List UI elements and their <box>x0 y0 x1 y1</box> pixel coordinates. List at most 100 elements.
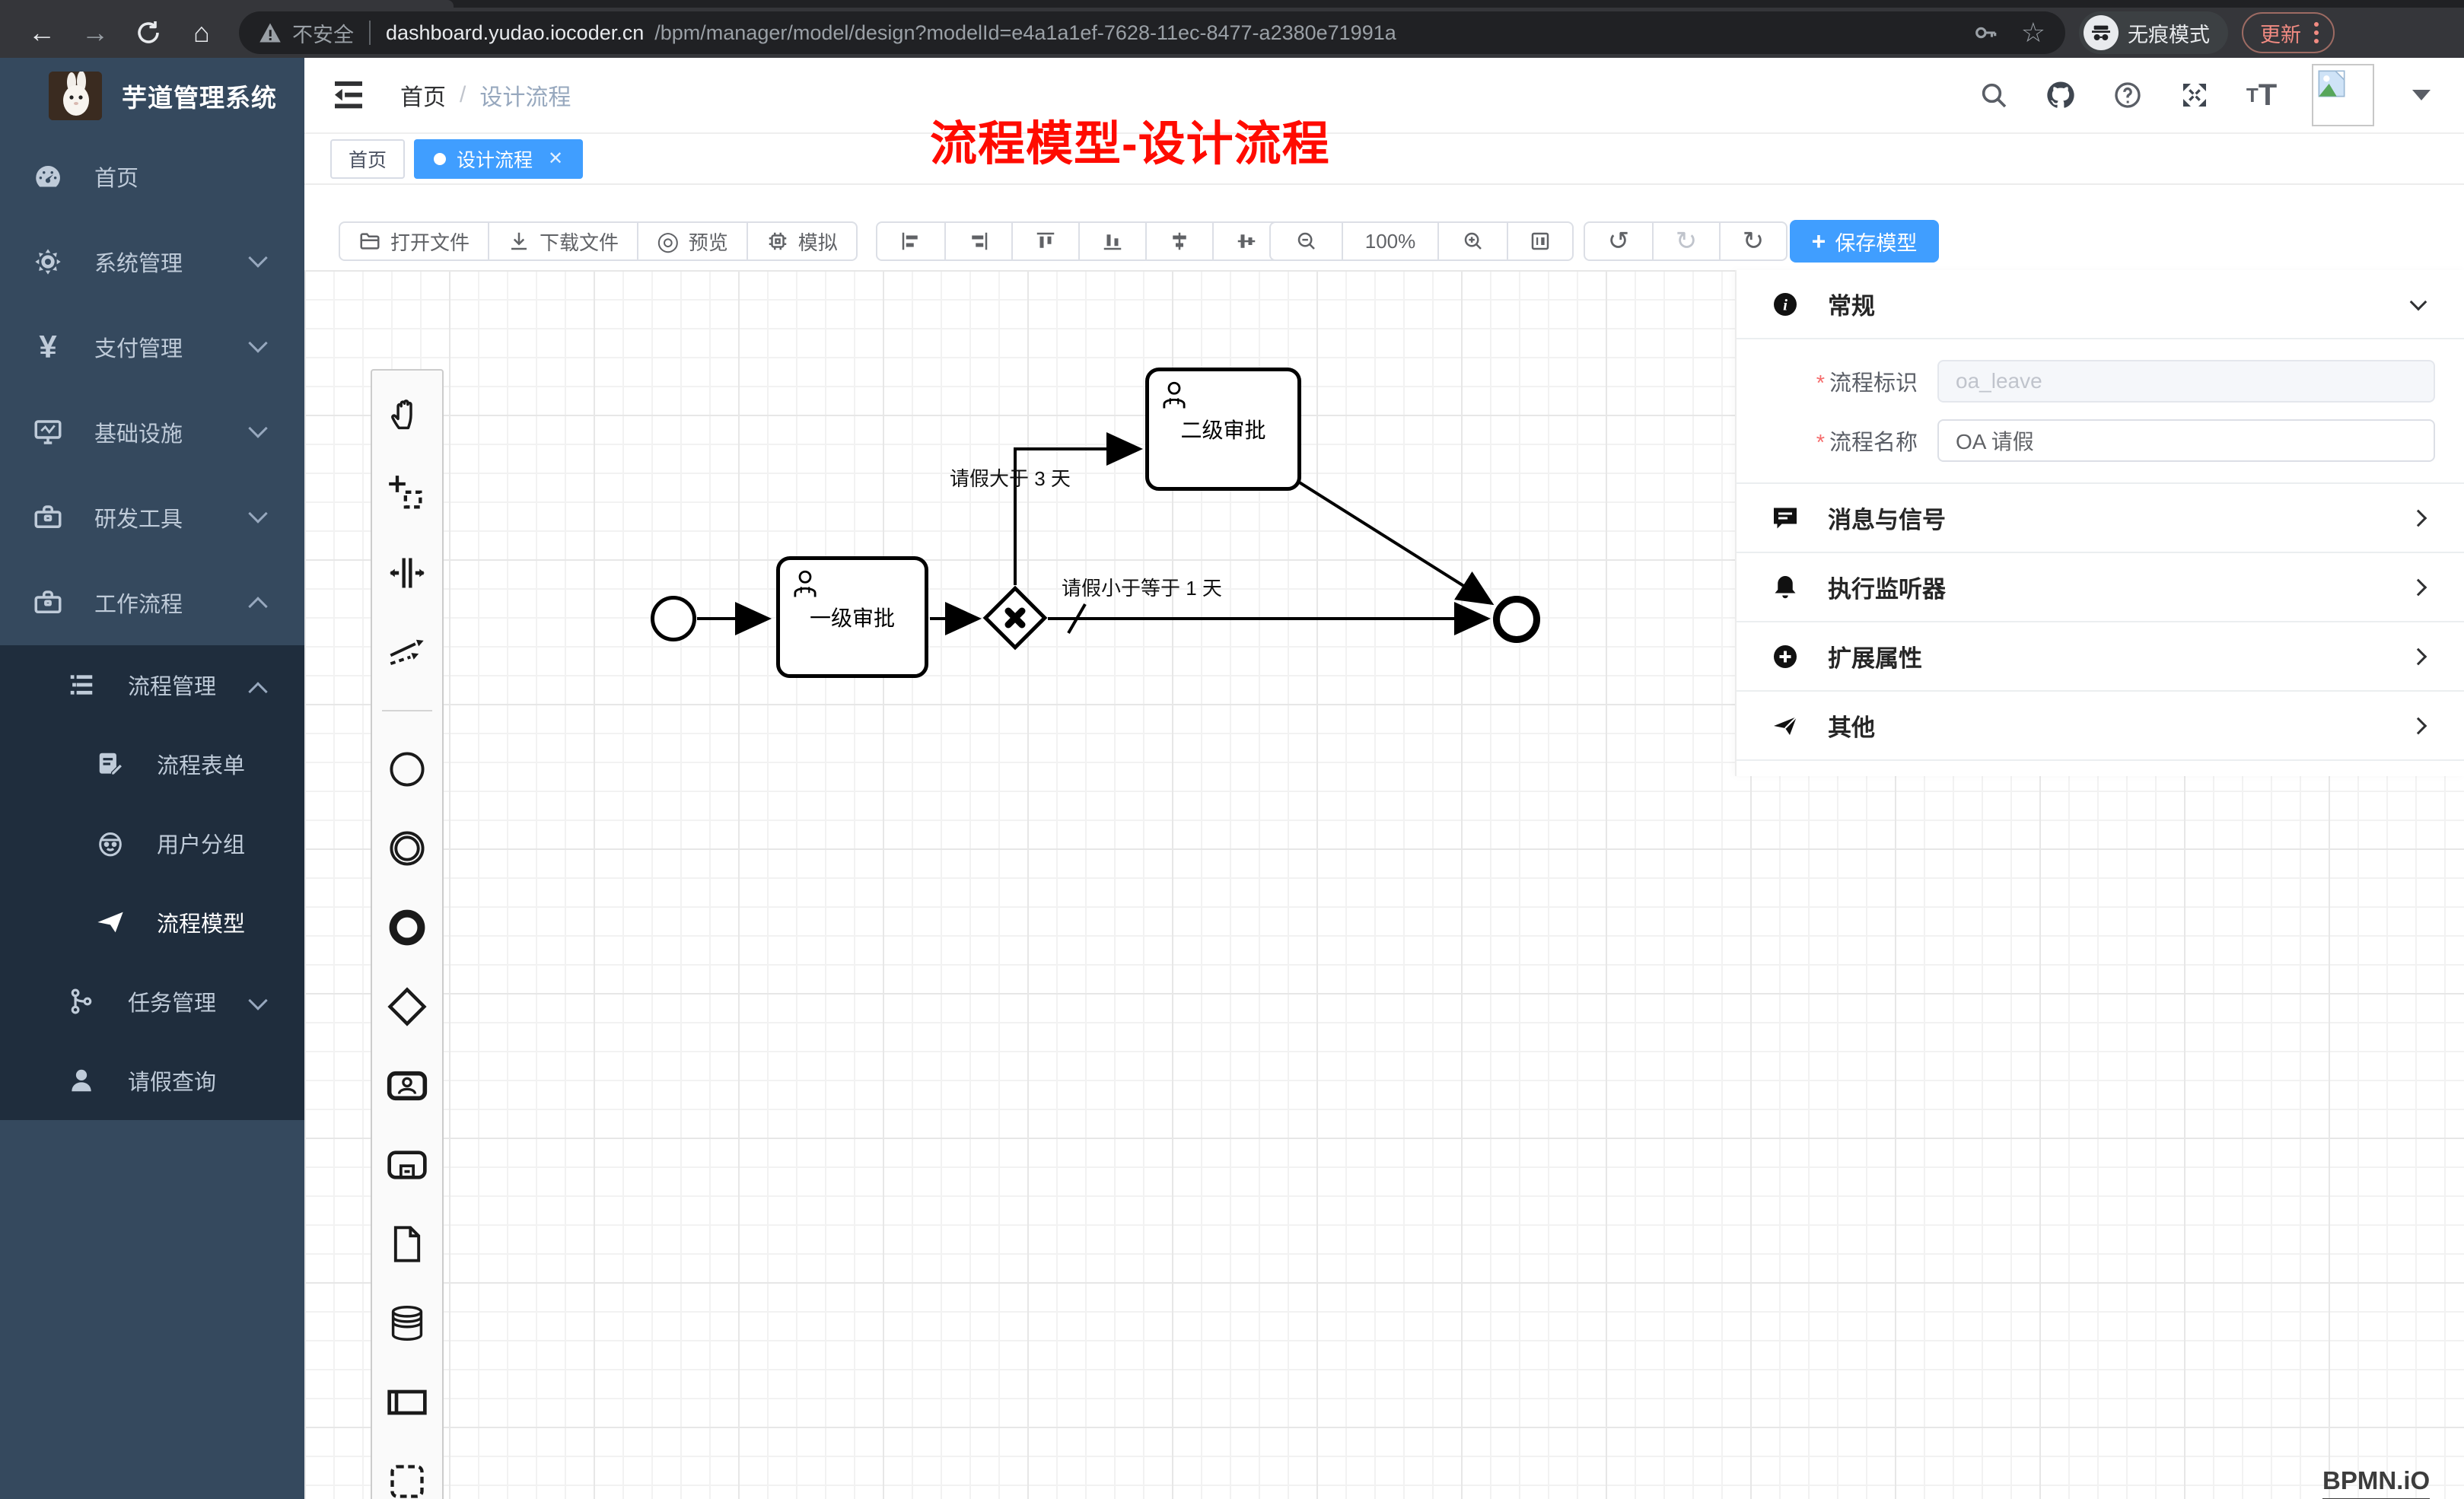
sidebar-item-label: 请假查询 <box>128 1065 216 1096</box>
process-name-input[interactable] <box>1937 419 2435 462</box>
chevron-down-icon <box>248 333 267 352</box>
back-icon[interactable]: ← <box>21 12 62 53</box>
sidebar-item-label: 支付管理 <box>94 331 183 363</box>
section-other[interactable]: 其他 <box>1737 692 2464 761</box>
annotation-title: 流程模型-设计流程 <box>930 105 1330 173</box>
start-event[interactable] <box>651 596 696 641</box>
sidebar: 芋道管理系统 首页 系统管理 ¥ 支付管理 基础设施 研发工具 <box>0 58 304 1499</box>
field-label: *流程名称 <box>1765 425 1918 457</box>
password-key-icon[interactable] <box>1972 20 1998 46</box>
align-button-group <box>876 221 1281 261</box>
sidebar-item-label: 流程模型 <box>157 906 245 938</box>
font-size-icon[interactable]: TT <box>2245 78 2278 112</box>
save-model-label: 保存模型 <box>1835 227 1917 256</box>
section-general[interactable]: i 常规 <box>1737 270 2464 339</box>
align-right-button[interactable] <box>944 223 1011 259</box>
bookmark-star-icon[interactable]: ☆ <box>2021 17 2045 49</box>
flow-task2-to-end[interactable] <box>1298 482 1491 603</box>
download-file-label: 下载文件 <box>540 228 619 256</box>
align-top-button[interactable] <box>1011 223 1078 259</box>
undo-button[interactable]: ↺ <box>1585 223 1652 259</box>
app-title: 芋道管理系统 <box>122 78 277 114</box>
restart-button[interactable]: ↻ <box>1719 223 1786 259</box>
avatar[interactable] <box>2312 64 2374 126</box>
forward-icon[interactable]: → <box>75 12 116 53</box>
reload-icon[interactable] <box>128 12 169 53</box>
process-name-field: *流程名称 <box>1765 419 2435 463</box>
align-center-icon <box>1168 230 1191 253</box>
sidebar-item-task-mgmt[interactable]: 任务管理 <box>0 962 304 1041</box>
chevron-right-icon <box>2410 578 2427 596</box>
not-secure-warning-icon <box>259 22 282 43</box>
incognito-label: 无痕模式 <box>2128 18 2210 48</box>
browser-chrome: ← → ⌂ 不安全 dashboard.yudao.iocoder.cn/bpm… <box>0 0 2464 58</box>
sidebar-item-process-model[interactable]: 流程模型 <box>0 883 304 962</box>
section-title: 扩展属性 <box>1828 639 1922 673</box>
download-file-button[interactable]: 下载文件 <box>488 223 637 259</box>
align-left-button[interactable] <box>877 223 944 259</box>
help-icon[interactable] <box>2111 78 2144 112</box>
browser-menu-dots-icon[interactable] <box>2313 20 2319 46</box>
breadcrumb: 首页 / 设计流程 <box>400 78 571 112</box>
sidebar-item-system[interactable]: 系统管理 <box>0 219 304 304</box>
section-extended-attrs[interactable]: 扩展属性 <box>1737 622 2464 692</box>
align-bottom-button[interactable] <box>1078 223 1145 259</box>
tab-home[interactable]: 首页 <box>330 139 405 179</box>
align-center-button[interactable] <box>1145 223 1212 259</box>
section-title: 执行监听器 <box>1828 570 1946 604</box>
open-file-button[interactable]: 打开文件 <box>340 223 488 259</box>
sidebar-item-workflow[interactable]: 工作流程 <box>0 560 304 645</box>
close-icon[interactable]: ✕ <box>548 148 563 170</box>
fullscreen-icon[interactable] <box>2178 78 2211 112</box>
sidebar-item-process-mgmt[interactable]: 流程管理 <box>0 645 304 724</box>
align-top-icon <box>1034 230 1057 253</box>
sidebar-item-label: 用户分组 <box>157 827 245 859</box>
sidebar-item-process-form[interactable]: 流程表单 <box>0 724 304 804</box>
browser-active-tab[interactable] <box>0 0 454 8</box>
user-task-level2[interactable]: 二级审批 <box>1145 368 1301 491</box>
update-button[interactable]: 更新 <box>2242 12 2335 53</box>
user-task-level1[interactable]: 一级审批 <box>776 556 928 678</box>
required-asterisk: * <box>1816 371 1825 396</box>
edge-label-gt3days[interactable]: 请假大于 3 天 <box>950 463 1071 492</box>
end-event[interactable] <box>1493 596 1540 643</box>
bpmn-io-watermark[interactable]: BPMN.iO <box>2322 1466 2430 1499</box>
download-icon <box>508 230 530 253</box>
avatar-caret-icon[interactable] <box>2412 90 2431 100</box>
svg-text:i: i <box>1783 295 1788 313</box>
sidebar-item-user-group[interactable]: 用户分组 <box>0 804 304 883</box>
preview-button[interactable]: ◎ 预览 <box>637 223 747 259</box>
fit-viewport-icon <box>1529 230 1552 253</box>
save-model-button[interactable]: + 保存模型 <box>1790 220 1939 263</box>
fit-viewport-button[interactable] <box>1507 223 1572 259</box>
menu-fold-icon[interactable] <box>333 81 364 109</box>
zoom-button-group: 100% <box>1269 221 1574 261</box>
sidebar-item-payment[interactable]: ¥ 支付管理 <box>0 304 304 390</box>
app-logo-row[interactable]: 芋道管理系统 <box>0 58 304 134</box>
process-key-input[interactable] <box>1937 360 2435 403</box>
zoom-level[interactable]: 100% <box>1342 223 1437 259</box>
sidebar-item-infra[interactable]: 基础设施 <box>0 390 304 475</box>
address-bar[interactable]: 不安全 dashboard.yudao.iocoder.cn/bpm/manag… <box>239 11 2065 54</box>
sidebar-item-devtools[interactable]: 研发工具 <box>0 475 304 560</box>
sidebar-item-home[interactable]: 首页 <box>0 134 304 219</box>
zoom-in-button[interactable] <box>1437 223 1507 259</box>
github-icon[interactable] <box>2044 78 2077 112</box>
sidebar-item-leave-query[interactable]: 请假查询 <box>0 1041 304 1120</box>
zoom-out-button[interactable] <box>1271 223 1342 259</box>
tab-design-process[interactable]: 设计流程 ✕ <box>414 139 583 179</box>
bpmn-canvas[interactable]: 一级审批 二级审批 请假大于 3 天 请假小于等于 1 天 BPMN.iO i … <box>304 270 2464 1499</box>
user-task-icon <box>789 568 821 600</box>
chevron-up-icon <box>248 597 267 616</box>
simulate-button[interactable]: 模拟 <box>747 223 856 259</box>
folder-icon <box>358 230 381 253</box>
section-message-signal[interactable]: 消息与信号 <box>1737 484 2464 553</box>
breadcrumb-home[interactable]: 首页 <box>400 78 446 112</box>
home-icon[interactable]: ⌂ <box>181 12 222 53</box>
redo-button[interactable]: ↻ <box>1652 223 1719 259</box>
section-execution-listener[interactable]: 执行监听器 <box>1737 553 2464 622</box>
properties-panel: i 常规 *流程标识 *流程名称 消息与信号 <box>1735 270 2464 776</box>
edge-label-lte1day[interactable]: 请假小于等于 1 天 <box>1062 573 1222 601</box>
search-icon[interactable] <box>1977 78 2010 112</box>
user-task-icon <box>1158 379 1190 411</box>
